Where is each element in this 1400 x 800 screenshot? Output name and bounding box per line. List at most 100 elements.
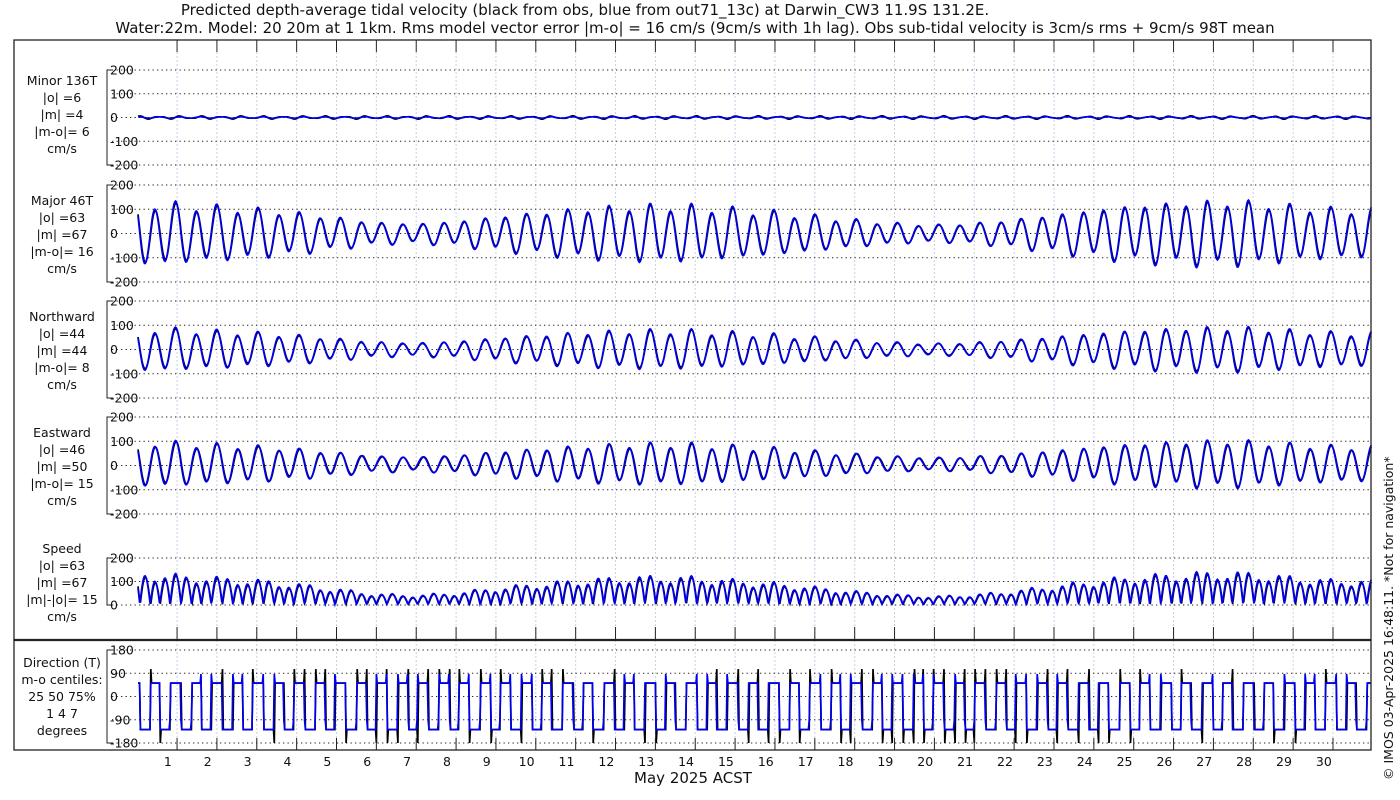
panel-speed: 200 100 0 Speed |o| =63 |m| =67 |m|-|o|= 15 cm/… bbox=[26, 541, 1373, 624]
y-tick-label: -200 bbox=[110, 158, 138, 173]
copyright-note: © IMOS 03-Apr-2025 16:48:11. *Not for na… bbox=[1381, 456, 1396, 780]
model-series-speed bbox=[137, 570, 1373, 608]
tidal-velocity-figure: Predicted depth-average tidal velocity (… bbox=[13, 1, 1396, 787]
model-series-major bbox=[137, 198, 1373, 269]
panel-label-line: |m|-|o|= 15 bbox=[26, 592, 98, 607]
panel-label-line: |o| =44 bbox=[39, 326, 85, 341]
x-tick-label: 30 bbox=[1316, 754, 1332, 769]
panel-label-line: cm/s bbox=[47, 141, 77, 156]
obs-series-dir bbox=[138, 669, 1372, 744]
y-tick-label: 0 bbox=[110, 110, 118, 125]
panel-dir: 180 90 0 -90 -180 Direction (T) m-o centiles: 2… bbox=[21, 643, 1372, 751]
panel-label-line: |m| =50 bbox=[37, 459, 88, 474]
x-tick-label: 21 bbox=[957, 754, 973, 769]
model-series-north bbox=[137, 325, 1373, 374]
x-axis: 1 2 3 4 5 6 7 8 9 10 11 12 13 14 15 16 17 18 19 20 21 22 23 24 2… bbox=[164, 40, 1334, 769]
y-tick-label: 100 bbox=[110, 318, 134, 333]
x-tick-label: 19 bbox=[877, 754, 893, 769]
x-tick-label: 25 bbox=[1117, 754, 1133, 769]
y-tick-label: 0 bbox=[110, 342, 118, 357]
y-tick-label: 100 bbox=[110, 202, 134, 217]
x-tick-label: 2 bbox=[204, 754, 212, 769]
x-tick-label: 13 bbox=[638, 754, 654, 769]
y-tick-label: 100 bbox=[110, 86, 134, 101]
y-tick-label: -200 bbox=[110, 507, 138, 522]
panel-label-line: 1 4 7 bbox=[46, 706, 78, 721]
y-tick-label: -200 bbox=[110, 391, 138, 406]
y-tick-label: 0 bbox=[110, 458, 118, 473]
y-tick-label: 200 bbox=[110, 410, 134, 425]
panel-label-line: |m-o|= 16 bbox=[30, 244, 93, 259]
x-tick-label: 24 bbox=[1077, 754, 1093, 769]
panel-label-line: |m-o|= 6 bbox=[34, 124, 89, 139]
panel-label-line: Eastward bbox=[33, 425, 91, 440]
panel-minor: 200 100 0 -100 -200 Minor 136T |o| =6 |m| =4 |m-… bbox=[27, 63, 1372, 173]
x-tick-label: 28 bbox=[1236, 754, 1252, 769]
y-tick-label: 0 bbox=[110, 598, 118, 613]
panel-label-line: |o| =6 bbox=[43, 90, 82, 105]
y-tick-label: -180 bbox=[110, 736, 138, 751]
x-tick-label: 20 bbox=[917, 754, 933, 769]
x-tick-label: 11 bbox=[559, 754, 575, 769]
model-series-east bbox=[137, 438, 1373, 490]
panel-label-line: |m| =67 bbox=[37, 227, 88, 242]
y-tick-label: -100 bbox=[110, 250, 138, 265]
panel-label-line: |m-o|= 15 bbox=[30, 476, 93, 491]
x-tick-label: 16 bbox=[758, 754, 774, 769]
upper-frame bbox=[13, 39, 1372, 641]
panel-label-line: cm/s bbox=[47, 377, 77, 392]
panel-label-line: Direction (T) bbox=[23, 655, 101, 670]
y-tick-label: 0 bbox=[110, 226, 118, 241]
y-tick-label: 200 bbox=[110, 294, 134, 309]
panel-label-line: |o| =46 bbox=[39, 442, 85, 457]
x-tick-label: 12 bbox=[598, 754, 614, 769]
panel-label-line: 25 50 75% bbox=[28, 689, 96, 704]
x-tick-label: 10 bbox=[519, 754, 535, 769]
y-tick-label: 200 bbox=[110, 551, 134, 566]
lower-frame bbox=[13, 639, 1372, 751]
panel-label-line: Minor 136T bbox=[27, 73, 98, 88]
panel-label-line: |m| =4 bbox=[41, 107, 84, 122]
y-tick-label: 180 bbox=[110, 643, 134, 658]
panel-label-line: Speed bbox=[42, 541, 81, 556]
y-tick-label: 100 bbox=[110, 574, 134, 589]
panel-major: 200 100 0 -100 -200 Major 46T |o| =63 |m| =67 |m… bbox=[30, 178, 1373, 290]
panel-label-line: |m| =44 bbox=[37, 343, 88, 358]
x-tick-label: 22 bbox=[997, 754, 1013, 769]
panel-label-line: |m| =67 bbox=[37, 575, 88, 590]
y-tick-label: 90 bbox=[110, 666, 126, 681]
y-tick-label: 200 bbox=[110, 63, 134, 78]
x-tick-label: 14 bbox=[678, 754, 694, 769]
panel-label-line: cm/s bbox=[47, 493, 77, 508]
y-tick-label: 0 bbox=[110, 689, 118, 704]
y-tick-label: -100 bbox=[110, 366, 138, 381]
panel-label-line: |o| =63 bbox=[39, 558, 85, 573]
panel-label-line: |o| =63 bbox=[39, 210, 85, 225]
panel-label-line: Major 46T bbox=[31, 193, 94, 208]
x-tick-label: 7 bbox=[403, 754, 411, 769]
title-line-1: Predicted depth-average tidal velocity (… bbox=[181, 1, 989, 20]
x-tick-label: 18 bbox=[838, 754, 854, 769]
y-tick-label: 200 bbox=[110, 178, 134, 193]
x-tick-label: 17 bbox=[798, 754, 814, 769]
x-tick-label: 9 bbox=[483, 754, 491, 769]
panel-label-line: m-o centiles: bbox=[21, 672, 102, 687]
x-tick-label: 26 bbox=[1156, 754, 1172, 769]
x-tick-label: 23 bbox=[1037, 754, 1053, 769]
y-tick-label: 100 bbox=[110, 434, 134, 449]
panel-label-line: |m-o|= 8 bbox=[34, 360, 89, 375]
x-tick-label: 27 bbox=[1196, 754, 1212, 769]
panel-label-line: cm/s bbox=[47, 609, 77, 624]
x-tick-label: 6 bbox=[363, 754, 371, 769]
y-tick-label: -90 bbox=[110, 712, 130, 727]
obs-series-north bbox=[137, 326, 1373, 373]
panels: 200 100 0 -100 -200 Minor 136T |o| =6 |m| =4 |m-… bbox=[21, 63, 1373, 751]
model-series-dir bbox=[138, 673, 1372, 731]
title-line-2: Water:22m. Model: 20 20m at 1 1km. Rms m… bbox=[115, 19, 1274, 37]
panel-label-line: Northward bbox=[29, 309, 95, 324]
obs-series-east bbox=[137, 440, 1373, 489]
x-tick-label: 4 bbox=[283, 754, 291, 769]
panel-north: 200 100 0 -100 -200 Northward |o| =44 |m| =44 |m… bbox=[29, 294, 1373, 406]
x-tick-label: 5 bbox=[323, 754, 331, 769]
x-tick-label: 1 bbox=[164, 754, 172, 769]
